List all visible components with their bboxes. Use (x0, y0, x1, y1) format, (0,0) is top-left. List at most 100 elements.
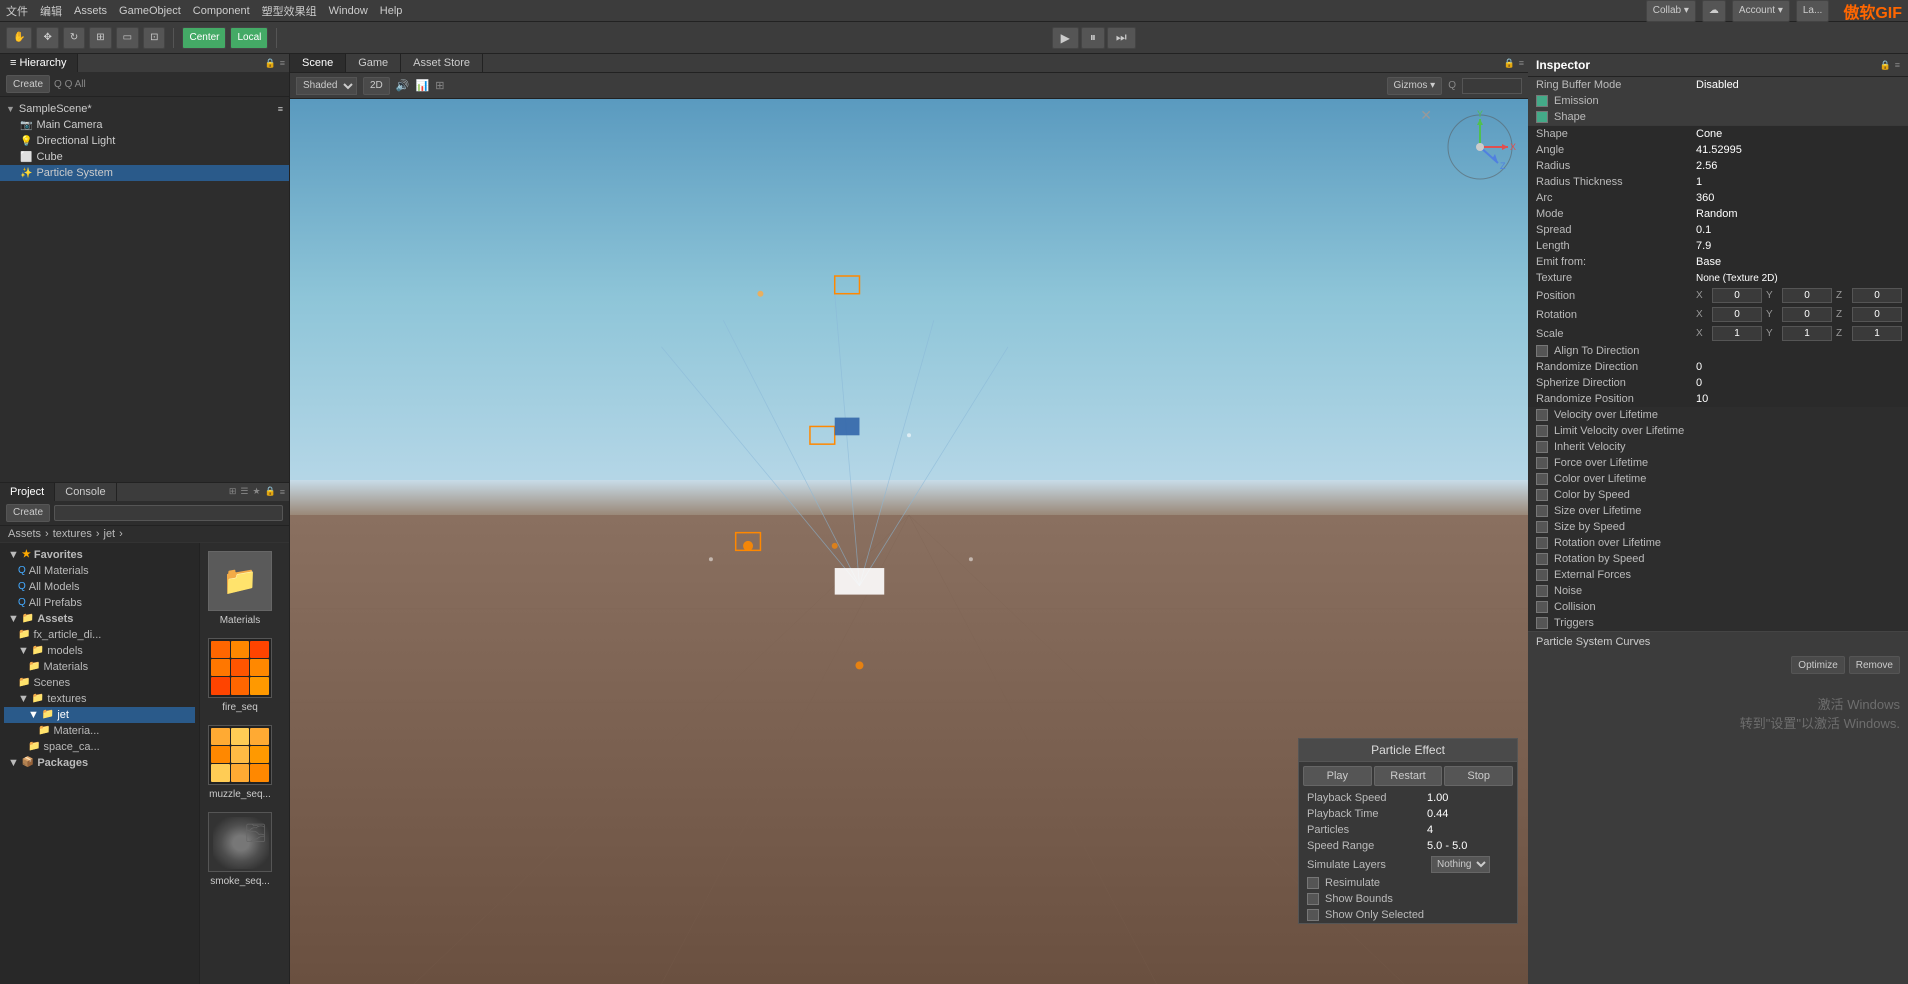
project-create-btn[interactable]: Create (6, 504, 50, 522)
sidebar-materia[interactable]: 📁 Materia... (4, 723, 195, 739)
position-x[interactable]: 0 (1712, 288, 1762, 303)
module-size-lifetime-checkbox[interactable] (1536, 505, 1548, 517)
module-noise[interactable]: Noise (1528, 583, 1908, 599)
module-limit-velocity[interactable]: Limit Velocity over Lifetime (1528, 423, 1908, 439)
module-external-forces[interactable]: External Forces (1528, 567, 1908, 583)
play-button[interactable]: ▶ (1052, 27, 1079, 49)
scale-x[interactable]: 1 (1712, 326, 1762, 341)
tab-console[interactable]: Console (55, 483, 116, 501)
emission-checkbox[interactable] (1536, 95, 1548, 107)
scale-z[interactable]: 1 (1852, 326, 1902, 341)
sidebar-favorites[interactable]: ▼ ★ Favorites (4, 547, 195, 563)
hierarchy-create-btn[interactable]: Create (6, 75, 50, 93)
module-force[interactable]: Force over Lifetime (1528, 455, 1908, 471)
transform-all[interactable]: ⊡ (143, 27, 165, 49)
position-y[interactable]: 0 (1782, 288, 1832, 303)
module-rotation-lifetime[interactable]: Rotation over Lifetime (1528, 535, 1908, 551)
rotation-z[interactable]: 0 (1852, 307, 1902, 322)
transform-rotate[interactable]: ↻ (63, 27, 85, 49)
module-velocity[interactable]: Velocity over Lifetime (1528, 407, 1908, 423)
hierarchy-particle-system[interactable]: ✨ Particle System (0, 165, 289, 181)
hierarchy-scene[interactable]: ▼ SampleScene* ≡ (0, 101, 289, 117)
sidebar-materials[interactable]: 📁 Materials (4, 659, 195, 675)
module-collision-checkbox[interactable] (1536, 601, 1548, 613)
module-size-speed[interactable]: Size by Speed (1528, 519, 1908, 535)
rotation-y[interactable]: 0 (1782, 307, 1832, 322)
transform-move[interactable]: ✥ (36, 27, 58, 49)
tab-asset-store[interactable]: Asset Store (401, 54, 483, 72)
sidebar-all-prefabs[interactable]: Q All Prefabs (4, 595, 195, 611)
file-smoke-seq[interactable]: 🌫 smoke_seq... (208, 812, 272, 887)
transform-hand[interactable]: ✋ (6, 27, 32, 49)
hierarchy-directional-light[interactable]: 💡 Directional Light (0, 133, 289, 149)
menu-window[interactable]: Window (329, 5, 368, 17)
sidebar-fx-article[interactable]: 📁 fx_article_di... (4, 627, 195, 643)
project-search[interactable] (54, 505, 283, 521)
sidebar-packages[interactable]: ▼ 📦 Packages (4, 755, 195, 771)
scale-y[interactable]: 1 (1782, 326, 1832, 341)
pause-button[interactable]: ⏸ (1081, 27, 1105, 49)
cloud-button[interactable]: ☁ (1702, 0, 1726, 22)
account-button[interactable]: Account ▾ (1732, 0, 1790, 22)
optimize-button[interactable]: Optimize (1791, 656, 1844, 674)
hierarchy-cube[interactable]: ⬜ Cube (0, 149, 289, 165)
2d-button[interactable]: 2D (363, 77, 390, 95)
menu-assets[interactable]: Assets (74, 5, 107, 17)
particle-play-btn[interactable]: Play (1303, 766, 1372, 786)
scene-overlay-btn[interactable]: ⊞ (435, 79, 444, 92)
file-muzzle-seq[interactable]: muzzle_seq... (208, 725, 272, 800)
module-noise-checkbox[interactable] (1536, 585, 1548, 597)
shape-checkbox[interactable] (1536, 111, 1548, 123)
sidebar-scenes[interactable]: 📁 Scenes (4, 675, 195, 691)
tab-game[interactable]: Game (346, 54, 401, 72)
show-only-selected-checkbox[interactable] (1307, 909, 1319, 921)
sidebar-all-materials[interactable]: Q All Materials (4, 563, 195, 579)
shading-select[interactable]: Shaded (296, 77, 357, 95)
module-external-forces-checkbox[interactable] (1536, 569, 1548, 581)
inspector-menu[interactable]: ≡ (1895, 60, 1900, 71)
inspector-lock[interactable]: 🔒 (1880, 60, 1891, 71)
module-size-speed-checkbox[interactable] (1536, 521, 1548, 533)
module-inherit-velocity-checkbox[interactable] (1536, 441, 1548, 453)
menu-help[interactable]: Help (380, 5, 403, 17)
rotation-x[interactable]: 0 (1712, 307, 1762, 322)
transform-scale[interactable]: ⊞ (89, 27, 111, 49)
show-bounds-checkbox[interactable] (1307, 893, 1319, 905)
module-triggers[interactable]: Triggers (1528, 615, 1908, 631)
module-color-lifetime-checkbox[interactable] (1536, 473, 1548, 485)
module-triggers-checkbox[interactable] (1536, 617, 1548, 629)
sidebar-models[interactable]: ▼ 📁 models (4, 643, 195, 659)
scene-audio-btn[interactable]: 🔊 (396, 79, 410, 92)
pivot-center-button[interactable]: Center (182, 27, 226, 49)
scene-close-btn[interactable]: ✕ (1420, 107, 1432, 124)
transform-rect[interactable]: ▭ (116, 27, 139, 49)
module-inherit-velocity[interactable]: Inherit Velocity (1528, 439, 1908, 455)
module-color-speed-checkbox[interactable] (1536, 489, 1548, 501)
position-z[interactable]: 0 (1852, 288, 1902, 303)
sidebar-assets[interactable]: ▼ 📁 Assets (4, 611, 195, 627)
align-to-direction-checkbox[interactable] (1536, 345, 1548, 357)
menu-gameobject[interactable]: GameObject (119, 5, 181, 17)
breadcrumb-assets[interactable]: Assets (8, 528, 41, 540)
resimulate-checkbox[interactable] (1307, 877, 1319, 889)
module-rotation-speed-checkbox[interactable] (1536, 553, 1548, 565)
module-color-lifetime[interactable]: Color over Lifetime (1528, 471, 1908, 487)
collab-button[interactable]: Collab ▾ (1646, 0, 1696, 22)
tab-project[interactable]: Project (0, 483, 55, 501)
tab-hierarchy[interactable]: ≡ Hierarchy (0, 54, 78, 72)
scene-stats-btn[interactable]: 📊 (416, 79, 430, 92)
remove-button[interactable]: Remove (1849, 656, 1900, 674)
sidebar-textures[interactable]: ▼ 📁 textures (4, 691, 195, 707)
tab-scene[interactable]: Scene (290, 54, 346, 72)
menu-edit[interactable]: 编辑 (40, 3, 62, 19)
sidebar-space-ca[interactable]: 📁 space_ca... (4, 739, 195, 755)
sidebar-jet[interactable]: ▼ 📁 jet (4, 707, 195, 723)
module-collision[interactable]: Collision (1528, 599, 1908, 615)
step-button[interactable]: ⏭ (1107, 27, 1136, 49)
module-size-lifetime[interactable]: Size over Lifetime (1528, 503, 1908, 519)
breadcrumb-textures[interactable]: textures (53, 528, 92, 540)
scene-search-input[interactable] (1462, 78, 1522, 94)
menu-file[interactable]: 文件 (6, 3, 28, 19)
layers-button[interactable]: La... (1796, 0, 1829, 22)
simulate-layers-select[interactable]: Nothing (1431, 856, 1490, 873)
